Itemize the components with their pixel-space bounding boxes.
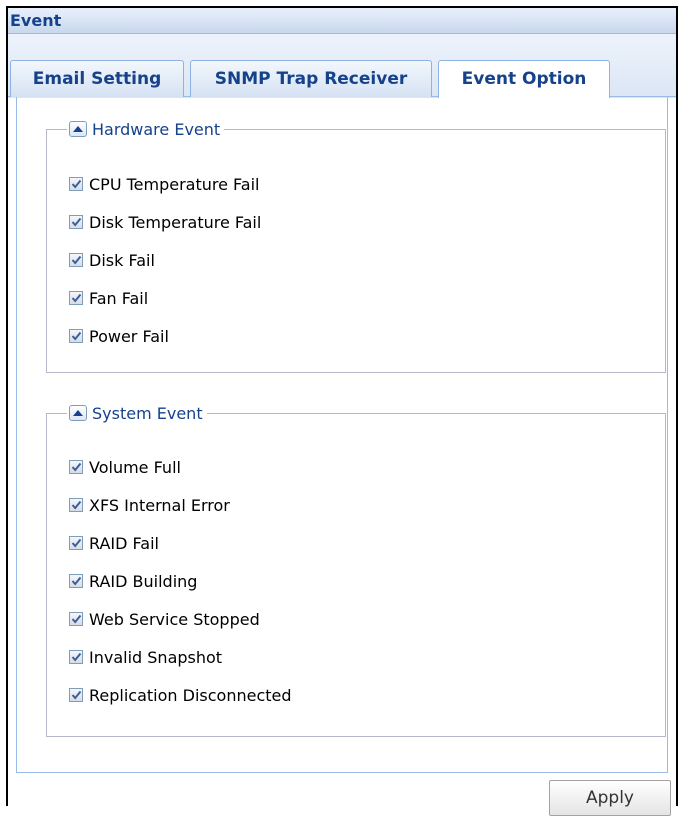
- checkbox-label: RAID Building: [89, 571, 198, 591]
- tab-content: Hardware Event CPU Temperature Fail Disk…: [8, 97, 676, 816]
- hardware-event-group: Hardware Event CPU Temperature Fail Disk…: [46, 118, 666, 373]
- event-panel: Event Email Setting SNMP Trap Receiver E…: [6, 6, 678, 816]
- checkbox[interactable]: [69, 688, 83, 702]
- collapse-up-icon[interactable]: [69, 405, 87, 421]
- system-event-legend: System Event: [67, 402, 207, 424]
- tab-event-option[interactable]: Event Option: [438, 60, 610, 98]
- checkbox-row[interactable]: CPU Temperature Fail: [69, 174, 259, 194]
- checkbox-label: Disk Fail: [89, 250, 155, 270]
- checkbox-row[interactable]: Replication Disconnected: [69, 685, 292, 705]
- checkbox[interactable]: [69, 329, 83, 343]
- checkbox-label: Fan Fail: [89, 288, 149, 308]
- panel-title: Event: [10, 11, 62, 30]
- checkbox[interactable]: [69, 536, 83, 550]
- checkbox[interactable]: [69, 253, 83, 267]
- collapse-up-icon[interactable]: [69, 121, 87, 137]
- hardware-event-legend: Hardware Event: [67, 118, 225, 140]
- checkbox-row[interactable]: XFS Internal Error: [69, 495, 230, 515]
- checkbox-label: Volume Full: [89, 457, 181, 477]
- system-event-title: System Event: [92, 403, 203, 423]
- checkbox[interactable]: [69, 460, 83, 474]
- checkbox-label: CPU Temperature Fail: [89, 174, 260, 194]
- checkbox-label: Invalid Snapshot: [89, 647, 223, 667]
- apply-button[interactable]: Apply: [549, 780, 671, 816]
- checkbox[interactable]: [69, 291, 83, 305]
- checkbox-row[interactable]: Web Service Stopped: [69, 609, 260, 629]
- checkbox-label: Disk Temperature Fail: [89, 212, 262, 232]
- checkbox[interactable]: [69, 177, 83, 191]
- checkbox-row[interactable]: Volume Full: [69, 457, 181, 477]
- system-event-group: System Event Volume Full XFS Internal Er…: [46, 402, 666, 737]
- tab-email-setting[interactable]: Email Setting: [10, 60, 184, 97]
- checkbox-label: RAID Fail: [89, 533, 159, 553]
- checkbox-row[interactable]: Fan Fail: [69, 288, 148, 308]
- checkbox-label: Replication Disconnected: [89, 685, 292, 705]
- checkbox-row[interactable]: RAID Fail: [69, 533, 159, 553]
- checkbox-row[interactable]: Disk Temperature Fail: [69, 212, 261, 232]
- checkbox-row[interactable]: Invalid Snapshot: [69, 647, 222, 667]
- checkbox-label: Power Fail: [89, 326, 169, 346]
- checkbox-row[interactable]: RAID Building: [69, 571, 197, 591]
- tab-snmp-trap-receiver[interactable]: SNMP Trap Receiver: [190, 60, 432, 97]
- checkbox[interactable]: [69, 215, 83, 229]
- checkbox-row[interactable]: Power Fail: [69, 326, 169, 346]
- checkbox[interactable]: [69, 574, 83, 588]
- checkbox[interactable]: [69, 650, 83, 664]
- checkbox[interactable]: [69, 498, 83, 512]
- hardware-event-title: Hardware Event: [92, 119, 221, 139]
- panel-titlebar: Event: [8, 8, 676, 34]
- checkbox-label: Web Service Stopped: [89, 609, 260, 629]
- checkbox-row[interactable]: Disk Fail: [69, 250, 155, 270]
- checkbox-label: XFS Internal Error: [89, 495, 230, 515]
- checkbox[interactable]: [69, 612, 83, 626]
